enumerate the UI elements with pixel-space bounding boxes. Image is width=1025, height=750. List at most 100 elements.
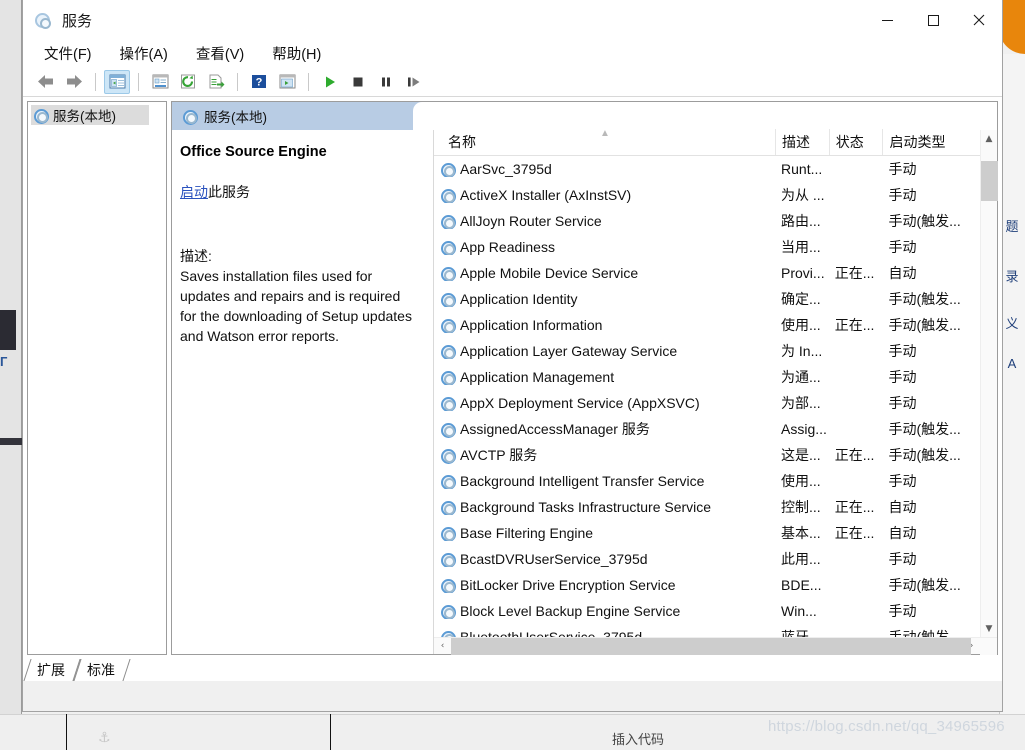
- column-header-name[interactable]: 名称 ▲: [434, 128, 775, 155]
- list-main: 名称 ▲ 描述 状态 启动类型 AarSvc_3795d Runt... 手动 Act…: [434, 128, 980, 637]
- table-row[interactable]: Background Intelligent Transfer Service 使…: [434, 468, 980, 494]
- menu-help[interactable]: 帮助(H): [269, 41, 324, 66]
- scroll-down-button[interactable]: ▼: [981, 620, 998, 637]
- tab-standard[interactable]: 标准: [77, 659, 127, 681]
- table-row[interactable]: Application Layer Gateway Service 为 In...…: [434, 338, 980, 364]
- view-pane-button[interactable]: [274, 70, 300, 94]
- close-button[interactable]: [956, 0, 1002, 40]
- menu-action[interactable]: 操作(A): [117, 41, 171, 66]
- table-row[interactable]: Base Filtering Engine 基本... 正在... 自动: [434, 520, 980, 546]
- column-header-status[interactable]: 状态: [828, 129, 883, 155]
- tree-node-services-local[interactable]: 服务(本地): [31, 105, 149, 125]
- cell-service-name: AllJoyn Router Service: [434, 213, 775, 229]
- services-list-panel: 名称 ▲ 描述 状态 启动类型 AarSvc_3795d Runt... 手动 Act…: [434, 128, 998, 655]
- table-row[interactable]: Background Tasks Infrastructure Service 控…: [434, 494, 980, 520]
- services-gear-icon: [440, 552, 456, 567]
- cell-service-name: Application Information: [434, 317, 775, 333]
- table-row[interactable]: App Readiness 当用... 手动: [434, 234, 980, 260]
- services-gear-icon: [440, 266, 456, 281]
- forward-button[interactable]: [61, 70, 87, 94]
- tab-extended[interactable]: 扩展: [27, 659, 77, 681]
- table-row[interactable]: ActiveX Installer (AxInstSV) 为从 ... 手动: [434, 182, 980, 208]
- content-split: Office Source Engine 启动此服务 描述: Saves ins…: [172, 128, 998, 655]
- maximize-button[interactable]: [910, 0, 956, 40]
- horizontal-scroll-thumb[interactable]: [451, 637, 971, 655]
- help-icon: ?: [252, 75, 266, 89]
- service-name-label: AarSvc_3795d: [460, 161, 552, 177]
- cell-startup-type: 手动(触发...: [888, 629, 961, 637]
- toolbar-separator-1: [95, 72, 96, 91]
- back-button[interactable]: [33, 70, 59, 94]
- pause-service-button[interactable]: [373, 70, 399, 94]
- table-row[interactable]: Block Level Backup Engine Service Win... 手…: [434, 598, 980, 624]
- content-header-curve: [413, 102, 997, 130]
- detail-description-text: Saves installation files used for update…: [180, 268, 412, 344]
- table-row[interactable]: Application Identity 确定... 手动(触发...: [434, 286, 980, 312]
- cell-startup-type: 手动: [888, 369, 917, 385]
- forward-arrow-icon: [67, 75, 82, 88]
- minimize-button[interactable]: [864, 0, 910, 40]
- start-service-button[interactable]: [317, 70, 343, 94]
- cell-service-name: BluetoothUserService_3795d: [434, 629, 775, 637]
- table-row[interactable]: AssignedAccessManager 服务 Assig... 手动(触发...: [434, 416, 980, 442]
- horizontal-scrollbar[interactable]: ‹ ›: [434, 637, 997, 655]
- show-hide-tree-button[interactable]: [104, 69, 130, 94]
- content-header-title: 服务(本地): [204, 110, 267, 125]
- cell-description: 这是...: [781, 447, 821, 463]
- tab-extended-label: 扩展: [37, 662, 65, 678]
- menu-view[interactable]: 查看(V): [193, 41, 247, 66]
- table-row[interactable]: BcastDVRUserService_3795d 此用... 手动: [434, 546, 980, 572]
- services-gear-icon: [440, 188, 456, 203]
- table-row[interactable]: BitLocker Drive Encryption Service BDE...…: [434, 572, 980, 598]
- help-button[interactable]: ?: [246, 70, 272, 94]
- column-header-name-label: 名称: [448, 134, 476, 150]
- cell-startup-type: 手动: [888, 187, 917, 203]
- window-controls: [864, 0, 1002, 40]
- scrollbar-corner: [980, 637, 997, 655]
- table-row[interactable]: AppX Deployment Service (AppXSVC) 为部... 手动: [434, 390, 980, 416]
- refresh-button[interactable]: [175, 70, 201, 94]
- cell-startup-type: 手动(触发...: [888, 317, 961, 333]
- cell-startup-type: 手动: [888, 603, 917, 619]
- vertical-scroll-thumb[interactable]: [980, 161, 998, 201]
- scroll-left-button[interactable]: ‹: [434, 638, 451, 655]
- properties-button[interactable]: [147, 70, 173, 94]
- menu-file[interactable]: 文件(F): [41, 41, 95, 66]
- vertical-scrollbar[interactable]: ▲ ▼: [980, 130, 998, 637]
- back-arrow-icon: [38, 75, 53, 88]
- service-name-label: Background Intelligent Transfer Service: [460, 473, 705, 489]
- column-header-description[interactable]: 描述: [775, 129, 829, 155]
- cell-startup-type: 手动(触发...: [888, 291, 961, 307]
- background-left-dark-block: [0, 310, 16, 350]
- restart-service-button[interactable]: [401, 70, 427, 94]
- background-left-strip: [0, 0, 22, 750]
- export-list-button[interactable]: [203, 70, 229, 94]
- cell-status: 正在...: [834, 317, 875, 333]
- service-name-label: AssignedAccessManager 服务: [460, 421, 650, 437]
- cell-description: BDE...: [781, 577, 822, 593]
- cell-description: Provi...: [781, 265, 825, 281]
- column-header-startup-type[interactable]: 启动类型: [882, 129, 980, 155]
- background-taskbar-icon: ⚓: [98, 729, 111, 745]
- table-row[interactable]: AVCTP 服务 这是... 正在... 手动(触发...: [434, 442, 980, 468]
- cell-service-name: BcastDVRUserService_3795d: [434, 551, 775, 567]
- cell-startup-type: 手动: [888, 473, 917, 489]
- horizontal-scroll-track[interactable]: [451, 637, 971, 655]
- table-row[interactable]: BluetoothUserService_3795d 蓝牙... 手动(触发...: [434, 624, 980, 637]
- services-gear-icon: [440, 578, 456, 593]
- scroll-up-button[interactable]: ▲: [981, 130, 998, 147]
- stop-service-button[interactable]: [345, 70, 371, 94]
- table-row[interactable]: AllJoyn Router Service 路由... 手动(触发...: [434, 208, 980, 234]
- table-row[interactable]: Apple Mobile Device Service Provi... 正在...…: [434, 260, 980, 286]
- cell-service-name: Application Identity: [434, 291, 775, 307]
- stop-service-icon: [353, 77, 363, 86]
- vertical-scroll-track[interactable]: [980, 147, 998, 620]
- table-row[interactable]: Application Information 使用... 正在... 手动(触发..…: [434, 312, 980, 338]
- cell-description: 控制...: [781, 499, 821, 515]
- services-gear-icon: [440, 370, 456, 385]
- start-service-link[interactable]: 启动: [180, 184, 208, 200]
- svg-text:?: ?: [256, 77, 263, 89]
- table-row[interactable]: Application Management 为通... 手动: [434, 364, 980, 390]
- table-row[interactable]: AarSvc_3795d Runt... 手动: [434, 156, 980, 182]
- toolbar-separator-4: [308, 72, 309, 91]
